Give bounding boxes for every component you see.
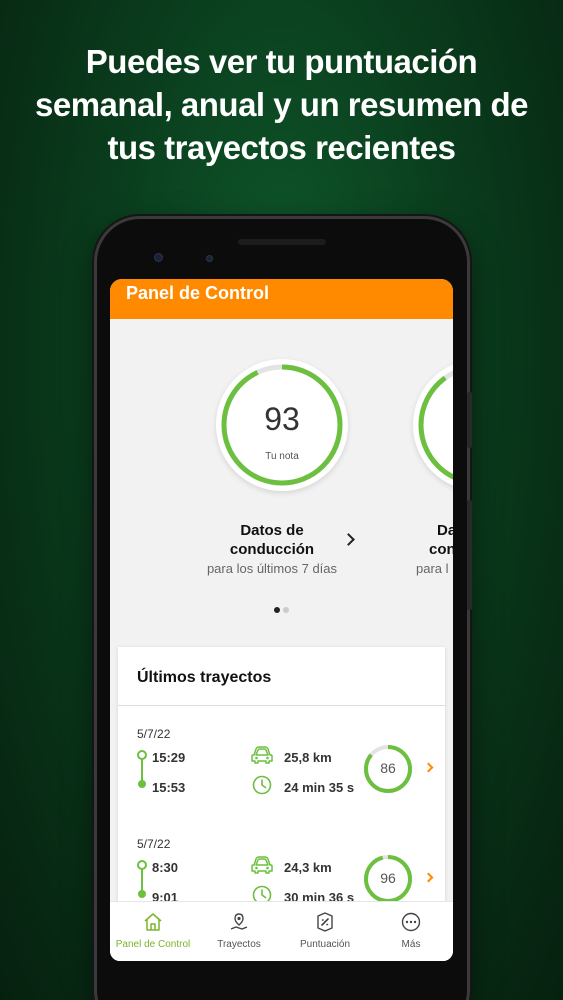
score-ring: 93 Tu nota — [216, 359, 348, 491]
score-ring-arc — [418, 364, 453, 486]
trip-start-time: 15:29 — [152, 750, 186, 765]
home-icon — [144, 913, 162, 931]
nav-label: Trayectos — [217, 939, 261, 950]
app-bar-title: Panel de Control — [126, 283, 270, 303]
promo-headline: Puedes ver tu puntuación semanal, anual … — [34, 43, 529, 166]
trip-date: 5/7/22 — [137, 837, 171, 851]
trip-end-time: 15:53 — [152, 780, 186, 795]
nav-item-trayectos[interactable]: Trayectos — [196, 902, 282, 961]
nav-label: Puntuación — [299, 939, 351, 950]
trip-duration: 24 min 35 s — [284, 780, 355, 795]
front-camera — [154, 253, 163, 262]
clock-icon — [252, 775, 272, 795]
start-marker-icon — [137, 750, 147, 760]
front-sensor — [206, 255, 213, 262]
end-marker-icon — [138, 890, 146, 898]
nav-label: Panel de Control — [115, 939, 191, 950]
phone-speaker — [238, 239, 326, 245]
chevron-right-icon[interactable] — [423, 872, 434, 883]
trip-score: 96 — [380, 870, 396, 886]
trip-distance: 25,8 km — [284, 750, 332, 765]
nav-item-panel-de-control[interactable]: Panel de Control — [110, 902, 196, 961]
nav-label: Más — [401, 939, 421, 950]
panel-title: Últimos trayectos — [137, 669, 272, 686]
more-dots-icon — [401, 912, 421, 932]
pager-dot[interactable] — [283, 607, 289, 613]
score-value: 93 — [264, 401, 300, 437]
end-marker-icon — [138, 780, 146, 788]
score-ring-graphic — [418, 364, 453, 486]
card-title: Datos de conducción — [206, 521, 338, 559]
card-title-line: conducción — [229, 541, 315, 558]
score-ring — [413, 359, 453, 491]
trip-score: 86 — [380, 760, 396, 776]
start-marker-icon — [137, 860, 147, 870]
route-pin-icon — [230, 913, 248, 930]
phone-side-button — [467, 500, 472, 610]
car-icon — [251, 746, 273, 764]
score-label: Tu nota — [265, 451, 299, 462]
app-screen: Panel de Control 93 Tu nota Datos de con… — [110, 279, 453, 961]
card-title-line: Datos de — [240, 522, 304, 539]
card-subtitle: para los últimos 7 días — [206, 561, 338, 576]
trip-row[interactable]: 5/7/22 15:29 15:53 25,8 km 24 min 35 s 8… — [118, 727, 445, 827]
car-icon — [251, 856, 273, 874]
card-subtitle: para l — [416, 561, 449, 576]
card-title: Da con — [429, 521, 453, 559]
card-title-line: con — [429, 541, 453, 558]
trip-start-time: 8:30 — [152, 860, 179, 875]
app-bar: Panel de Control — [110, 279, 453, 319]
score-badge-icon — [317, 912, 333, 932]
trip-date: 5/7/22 — [137, 727, 171, 741]
trip-distance: 24,3 km — [284, 860, 332, 875]
bottom-navigation: Panel de Control Trayectos Puntuación Má… — [110, 901, 453, 961]
phone-side-button — [467, 392, 472, 448]
chevron-right-icon[interactable] — [342, 533, 355, 546]
chevron-right-icon[interactable] — [423, 762, 434, 773]
nav-item-puntuacion[interactable]: Puntuación — [282, 902, 368, 961]
card-title-line: Da — [437, 522, 453, 539]
pager-dot-active[interactable] — [274, 607, 280, 613]
nav-item-mas[interactable]: Más — [368, 902, 453, 961]
divider — [118, 705, 445, 706]
